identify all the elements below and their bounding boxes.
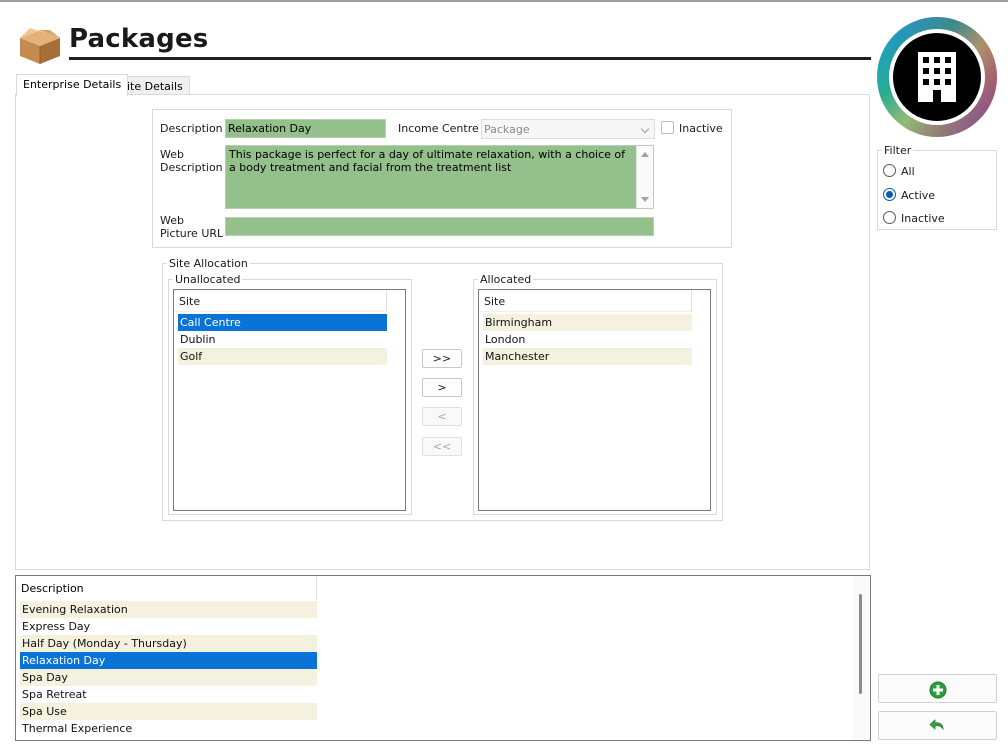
web-picture-url-input[interactable]: [225, 217, 654, 236]
table-row[interactable]: Thermal Experience: [20, 720, 317, 737]
add-button[interactable]: [878, 674, 997, 703]
inactive-checkbox[interactable]: [661, 121, 674, 134]
table-row[interactable]: Spa Day: [20, 669, 317, 686]
table-row[interactable]: Half Day (Monday - Thursday): [20, 635, 317, 652]
filter-label: Filter: [882, 144, 914, 157]
undo-arrow-icon: [929, 719, 944, 731]
web-description-scrollbar[interactable]: [636, 146, 653, 208]
move-all-right-button[interactable]: >>: [422, 349, 462, 368]
web-picture-url-label-line1: Web: [160, 214, 184, 227]
income-centre-label: Income Centre: [398, 122, 479, 135]
table-row[interactable]: Spa Retreat: [20, 686, 317, 703]
list-item[interactable]: Call Centre: [178, 314, 387, 331]
unallocated-label: Unallocated: [173, 273, 243, 286]
list-item[interactable]: London: [483, 331, 692, 348]
web-description-label-line2: Description: [160, 161, 223, 174]
scroll-up-icon[interactable]: [641, 152, 649, 157]
description-input[interactable]: Relaxation Day: [225, 119, 386, 138]
package-description-header[interactable]: Description: [16, 576, 317, 600]
scrollbar-thumb[interactable]: [859, 594, 862, 694]
unallocated-list[interactable]: Site Call Centre Dublin Golf: [173, 289, 406, 511]
add-circle-icon: [929, 681, 947, 699]
allocated-label: Allocated: [478, 273, 534, 286]
table-row[interactable]: Express Day: [20, 618, 317, 635]
description-label: Description: [160, 122, 223, 135]
web-description-label-line1: Web: [160, 148, 184, 161]
filter-inactive-radio[interactable]: [883, 211, 896, 224]
move-all-left-button[interactable]: <<: [422, 437, 462, 456]
web-description-text: This package is perfect for a day of ult…: [229, 148, 626, 174]
window-top-border: [0, 0, 1008, 2]
list-item[interactable]: Birmingham: [483, 314, 692, 331]
move-left-button[interactable]: <: [422, 407, 462, 426]
move-right-button[interactable]: >: [422, 378, 462, 397]
list-item[interactable]: Manchester: [483, 348, 692, 365]
package-list[interactable]: Description Evening Relaxation Express D…: [15, 575, 871, 741]
filter-active-radio[interactable]: [883, 188, 896, 201]
undo-button[interactable]: [878, 711, 997, 740]
allocated-site-header[interactable]: Site: [479, 290, 692, 312]
title-underline: [69, 57, 871, 60]
income-centre-select[interactable]: Package: [481, 119, 655, 139]
filter-active-label[interactable]: Active: [901, 189, 935, 202]
building-icon: [877, 17, 997, 137]
filter-all-label[interactable]: All: [901, 165, 915, 178]
package-list-scrollbar[interactable]: [853, 576, 870, 740]
tab-enterprise-details[interactable]: Enterprise Details: [16, 74, 129, 96]
scroll-down-icon[interactable]: [641, 197, 649, 202]
inactive-label: Inactive: [679, 122, 723, 135]
table-row[interactable]: Spa Use: [20, 703, 317, 720]
filter-inactive-label[interactable]: Inactive: [901, 212, 945, 225]
income-centre-value: Package: [484, 123, 530, 136]
page-title: Packages: [69, 24, 209, 54]
web-picture-url-label-line2: Picture URL: [160, 227, 224, 240]
table-row[interactable]: Relaxation Day: [20, 652, 317, 669]
filter-all-radio[interactable]: [883, 164, 896, 177]
list-item[interactable]: Dublin: [178, 331, 387, 348]
package-box-icon: [20, 28, 60, 64]
table-row[interactable]: Evening Relaxation: [20, 601, 317, 618]
unallocated-site-header[interactable]: Site: [174, 290, 387, 312]
web-description-textarea[interactable]: This package is perfect for a day of ult…: [225, 145, 654, 209]
allocated-list[interactable]: Site Birmingham London Manchester: [478, 289, 711, 511]
chevron-down-icon: [640, 124, 650, 134]
list-item[interactable]: Golf: [178, 348, 387, 365]
site-allocation-label: Site Allocation: [167, 257, 250, 270]
